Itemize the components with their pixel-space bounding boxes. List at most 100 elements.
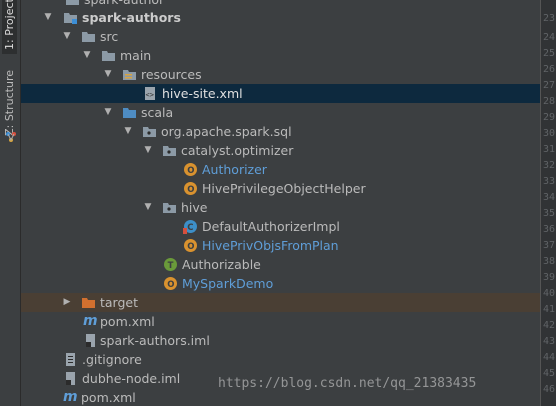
module-folder-icon [64,13,77,24]
svg-text:T: T [168,261,174,271]
chevron-down-icon[interactable]: ▼ [143,198,153,217]
tree-item-gitignore[interactable]: .gitignore [21,350,540,369]
project-tool-tab[interactable]: 1: Project [2,0,17,54]
package-icon [143,127,156,137]
tree-item-label: resources [141,67,202,82]
chevron-down-icon[interactable]: ▼ [123,122,133,141]
resources-folder-icon [123,70,136,80]
tree-item-iml-module[interactable]: spark-authors.iml [21,331,540,350]
line-number: 40 [543,288,556,299]
chevron-down-icon[interactable]: ▼ [43,8,53,27]
package-icon [163,203,176,213]
editor-gutter: 23 24 25 26 27 28 29 30 31 32 33 34 35 3… [540,0,556,406]
svg-text:O: O [167,280,174,290]
tree-item-label: spark-authors [82,10,181,25]
structure-tool-tab[interactable]: Z: Structure [2,66,17,140]
line-number: 23 [543,13,556,24]
line-number: 37 [543,240,556,251]
line-number: 25 [543,48,556,59]
scala-object-icon: O [184,239,197,252]
tree-item-label: .gitignore [82,352,142,367]
line-number: 28 [543,96,556,107]
tree-item-scala[interactable]: ▼ scala [21,103,540,122]
tree-item-catalyst-optimizer[interactable]: ▼ catalyst.optimizer [21,141,540,160]
tree-item-label: target [100,295,139,310]
line-number: 42 [543,320,556,331]
line-number: 24 [543,32,556,43]
line-number: 43 [543,336,556,347]
tree-item-label: pom.xml [100,314,155,329]
tree-item-package[interactable]: ▼ org.apache.spark.sql [21,122,540,141]
line-number: 36 [543,224,556,235]
tree-item-label: src [100,29,119,44]
svg-text:<>: <> [146,91,154,99]
iml-file-icon [86,334,95,347]
tree-item-label: Authorizer [202,162,267,177]
tree-item-label: DefaultAuthorizerImpl [202,219,340,234]
project-tree: spark-author ▼ spark-authors ▼ src ▼ mai… [21,0,540,406]
folder-icon [66,0,79,5]
tree-item-authorizable[interactable]: T Authorizable [21,255,540,274]
tree-item-default-impl[interactable]: C DefaultAuthorizerImpl [21,217,540,236]
tree-item-hive-site[interactable]: <> hive-site.xml [21,84,540,103]
chevron-down-icon[interactable]: ▼ [143,141,153,160]
line-number: 33 [543,176,556,187]
structure-icon [6,132,16,142]
watermark: https://blog.csdn.net/qq_21383435 [218,376,477,391]
line-number: 46 [543,384,556,395]
tree-item-pom-module[interactable]: m pom.xml [21,312,540,331]
line-number: 27 [543,80,556,91]
line-number: 31 [543,144,556,155]
tree-item-label: main [120,48,152,63]
svg-text:O: O [187,242,194,252]
maven-icon: m [83,313,98,329]
tree-item-label: dubhe-node.iml [82,371,181,386]
tree-item-main[interactable]: ▼ main [21,46,540,65]
tree-item-label: HivePrivObjsFromPlan [202,238,339,253]
tree-item-from-plan[interactable]: O HivePrivObjsFromPlan [21,236,540,255]
excluded-folder-icon [82,298,95,308]
tree-item-resources[interactable]: ▼ resources [21,65,540,84]
scala-object-icon: O [184,163,197,176]
scala-object-icon: O [164,277,177,290]
tree-item-label: org.apache.spark.sql [161,124,292,139]
tree-item-helper[interactable]: O HivePrivilegeObjectHelper [21,179,540,198]
tree-item-spark-authors[interactable]: ▼ spark-authors [21,8,540,27]
tree-item-label: hive [181,200,208,215]
chevron-right-icon[interactable]: ▶ [62,293,72,312]
line-number: 30 [543,128,556,139]
folder-icon [82,32,95,42]
tree-item-label: MySparkDemo [182,276,274,291]
maven-icon: m [63,389,78,405]
tool-window-strip: 1: Project Z: Structure [0,0,21,406]
tree-item-target[interactable]: ▶ target [21,293,540,312]
line-number: 29 [543,112,556,123]
scala-object-icon: O [184,182,197,195]
tree-item-label: hive-site.xml [162,86,243,101]
tree-item-hive[interactable]: ▼ hive [21,198,540,217]
tree-item-src[interactable]: ▼ src [21,27,540,46]
chevron-down-icon[interactable]: ▼ [103,103,113,122]
tree-item-label: spark-authors.iml [100,333,210,348]
tree-item-label: HivePrivilegeObjectHelper [202,181,366,196]
tree-item-label: Authorizable [182,257,261,272]
chevron-down-icon[interactable]: ▼ [103,65,113,84]
chevron-down-icon[interactable]: ▼ [82,46,92,65]
line-number: 32 [543,160,556,171]
line-number: 34 [543,192,556,203]
chevron-down-icon[interactable]: ▼ [62,27,72,46]
line-number: 38 [543,256,556,267]
folder-icon [102,51,115,61]
tree-item-label: catalyst.optimizer [181,143,294,158]
line-number: 35 [543,208,556,219]
scala-class-icon: C [183,220,197,234]
tree-item-label: pom.xml [81,390,136,405]
svg-text:C: C [187,223,193,233]
text-file-icon [66,353,75,366]
xml-file-icon: <> [145,87,155,100]
tree-item-my-demo[interactable]: O MySparkDemo [21,274,540,293]
line-number: 45 [543,368,556,379]
line-number: 39 [543,272,556,283]
line-number: 44 [543,352,556,363]
tree-item-authorizer[interactable]: O Authorizer [21,160,540,179]
